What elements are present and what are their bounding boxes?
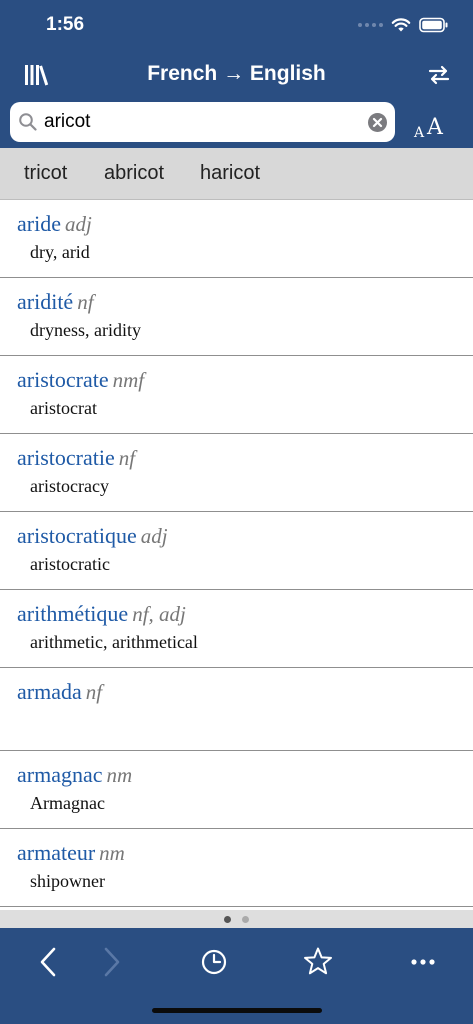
status-icons [358,14,449,36]
page-dot[interactable] [242,916,249,923]
headword-text: aristocratie [17,445,115,470]
status-time: 1:56 [46,14,85,35]
battery-icon [419,17,448,33]
part-of-speech: nf [85,680,103,704]
search-bar[interactable] [10,102,395,142]
part-of-speech: nmf [112,368,145,392]
back-icon[interactable] [32,944,68,980]
entry-translation: dry, arid [30,242,90,262]
list-item[interactable]: aristocratique adj aristocratic [0,512,473,590]
page-indicator[interactable] [0,910,473,928]
list-item[interactable]: aride adj dry, arid [0,200,473,278]
entry-translation: arithmetic, arithmetical [30,632,198,652]
signal-icon [358,23,383,27]
suggestion-item[interactable]: haricot [200,162,260,185]
headword-text: aride [17,211,61,236]
list-item[interactable]: arithmétique nf, adj arithmetic, arithmet… [0,590,473,668]
headword-text: armada [17,679,82,704]
entry-headword: aristocratique adj [17,523,168,549]
entry-headword: armada nf [17,679,102,705]
part-of-speech: nf, adj [132,602,186,626]
more-icon[interactable] [405,944,441,980]
font-size-small-label: A [414,125,425,141]
clear-search-button[interactable] [368,113,387,132]
page-dot-active[interactable] [224,916,231,923]
entry-translation: aristocracy [30,476,109,496]
favorites-star-icon[interactable] [300,944,336,980]
suggestion-item[interactable]: tricot [24,162,67,185]
font-size-large-label: A [427,115,443,140]
part-of-speech: nm [106,763,133,787]
font-size-button[interactable]: A A [410,112,452,144]
entry-headword: aristocratie nf [17,445,135,471]
suggestion-item[interactable]: abricot [104,162,164,185]
part-of-speech: adj [140,524,168,548]
swap-direction-icon[interactable] [427,63,451,87]
part-of-speech: nm [99,841,125,865]
part-of-speech: adj [64,212,92,236]
part-of-speech: nf [118,446,136,470]
list-item[interactable]: armateur nm shipowner [0,829,473,907]
entry-headword: aride adj [17,211,92,237]
list-item[interactable]: armada nf [0,668,473,751]
entry-headword: aristocrate nmf [17,367,144,393]
list-item[interactable]: armagnac nm Armagnac [0,751,473,829]
entry-translation: shipowner [30,871,105,891]
entry-headword: aridité nf [17,289,94,315]
page-title[interactable]: French → English [0,62,473,86]
forward-icon[interactable] [94,944,130,980]
search-input[interactable] [44,102,364,142]
list-item[interactable]: aristocrate nmf aristocrat [0,356,473,434]
headword-text: aridité [17,289,74,314]
suggestion-bar: tricot abricot haricot [0,148,473,200]
entry-headword: armateur nm [17,840,125,866]
list-item[interactable]: aristocratie nf aristocracy [0,434,473,512]
entry-translation: Armagnac [30,793,105,813]
headword-text: aristocratique [17,523,137,548]
headword-text: armagnac [17,762,103,787]
entry-translation: aristocratic [30,554,110,574]
close-icon [372,117,383,128]
headword-text: aristocrate [17,367,109,392]
history-icon[interactable] [196,944,232,980]
headword-text: armateur [17,840,96,865]
wifi-icon [391,18,411,32]
entry-translation: dryness, aridity [30,320,141,340]
list-item[interactable]: aridité nf dryness, aridity [0,278,473,356]
top-bar: 1:56 French → English aricot A A [0,0,473,148]
search-icon [19,113,37,131]
headword-text: arithmétique [17,601,129,626]
entry-headword: armagnac nm [17,762,132,788]
part-of-speech: nf [77,290,94,314]
entry-headword: arithmétique nf, adj [17,601,186,627]
entry-translation: aristocrat [30,398,97,418]
home-indicator[interactable] [152,1008,322,1013]
entry-list[interactable]: aride adj dry, arid aridité nf dryness, ar… [0,200,473,910]
